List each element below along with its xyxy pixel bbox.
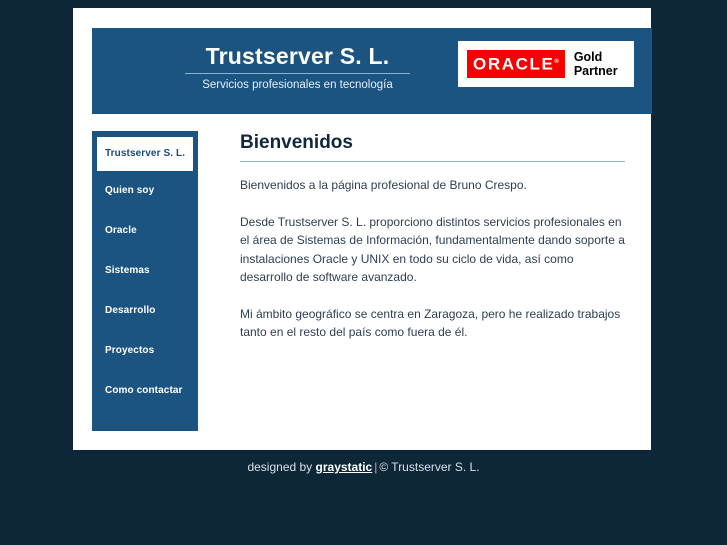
sidebar-item-desarrollo[interactable]: Desarrollo [92,291,198,331]
page-title: Bienvenidos [240,132,353,153]
footer-copyright: © Trustserver S. L. [379,460,480,474]
sidebar-item-como-contactar[interactable]: Como contactar [92,371,198,411]
registered-trademark-icon: ® [554,59,559,66]
content-paragraph: Bienvenidos a la página profesional de B… [240,178,527,192]
brand-subtitle: Servicios profesionales en tecnología [202,79,393,91]
sidebar-item-quien-soy[interactable]: Quien soy [92,171,198,211]
sidebar-nav: Trustserver S. L. Quien soy Oracle Siste… [92,131,198,431]
sidebar-item-oracle[interactable]: Oracle [92,211,198,251]
sidebar-item-sistemas[interactable]: Sistemas [92,251,198,291]
oracle-wordmark: ORACLE [473,54,555,74]
sidebar-item-trustserver[interactable]: Trustserver S. L. [97,137,193,171]
content-paragraph: Mi ámbito geográfico se centra en Zarago… [240,306,621,340]
sidebar-item-proyectos[interactable]: Proyectos [92,331,198,371]
oracle-partner-line-1: Gold [573,50,603,64]
site-footer: designed by graystatic | © Trustserver S. … [0,459,727,475]
designer-link[interactable]: graystatic [316,460,373,474]
page-root: Trustserver S. L. Servicios profesionale… [0,0,727,545]
brand-block: Trustserver S. L. Servicios profesionale… [185,42,410,93]
main-content: Bienvenidos Bienvenidos a la página prof… [240,131,625,342]
sidebar-item-label: Trustserver S. L. [105,148,186,159]
title-divider [240,161,625,162]
footer-designed-by-text: designed by [247,460,316,474]
sidebar-item-label: Oracle [105,225,137,236]
brand-divider [185,73,410,74]
oracle-partner-level: Gold Partner [574,50,618,78]
content-paragraph: Desde Trustserver S. L. proporciono dist… [240,214,625,285]
sidebar-item-label: Como contactar [105,385,183,396]
oracle-logo-icon: ORACLE® [467,50,565,78]
brand-title: Trustserver S. L. [205,43,390,69]
oracle-gold-partner-badge: ORACLE® Gold Partner [458,41,634,87]
oracle-partner-line-2: Partner [573,64,618,78]
sidebar-item-label: Quien soy [105,185,155,196]
site-header: Trustserver S. L. Servicios profesionale… [92,28,652,114]
sidebar-item-label: Desarrollo [105,305,156,316]
sidebar-item-label: Proyectos [105,345,155,356]
sidebar-item-label: Sistemas [105,265,150,276]
